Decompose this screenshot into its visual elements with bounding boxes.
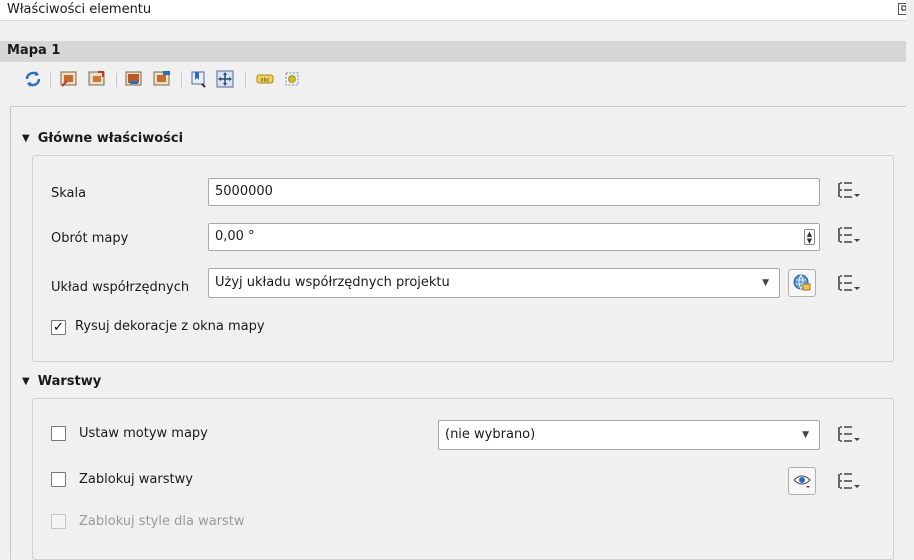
svg-text:abc: abc xyxy=(261,78,270,84)
scale-input[interactable]: 5000000 xyxy=(208,178,820,206)
data-defined-override-icon[interactable] xyxy=(836,469,860,493)
map-theme-combobox[interactable]: (nie wybrano) ▼ xyxy=(438,420,820,450)
clipping-settings-icon[interactable] xyxy=(283,70,301,88)
map-rotation-label: Obrót mapy xyxy=(51,231,129,246)
set-extent-from-canvas-icon[interactable] xyxy=(60,70,78,88)
dock-title-bar: Właściwości elementu ⧉ xyxy=(0,0,914,21)
follow-map-theme-checkbox[interactable] xyxy=(51,426,66,441)
spin-arrows-icon[interactable]: ▲ ▼ xyxy=(804,229,815,245)
set-scale-from-canvas-icon[interactable] xyxy=(125,70,143,88)
refresh-icon[interactable] xyxy=(24,70,42,88)
select-crs-button[interactable] xyxy=(788,269,816,297)
map-theme-value: (nie wybrano) xyxy=(445,427,536,442)
section-layers-title: Warstwy xyxy=(37,374,102,389)
map-rotation-value: 0,00 ° xyxy=(215,229,255,244)
label-settings-icon[interactable]: abc xyxy=(256,70,274,88)
lock-layer-styles-label: Zablokuj style dla warstw xyxy=(79,514,245,529)
set-canvas-scale-icon[interactable] xyxy=(153,70,171,88)
data-defined-override-icon[interactable] xyxy=(836,178,860,202)
data-defined-override-icon[interactable] xyxy=(836,271,860,295)
data-defined-override-icon[interactable] xyxy=(836,422,860,446)
collapse-arrow-icon[interactable]: ▼ xyxy=(22,133,30,144)
item-name: Mapa 1 xyxy=(7,43,61,58)
lock-layers-label: Zablokuj warstwy xyxy=(79,472,193,487)
move-content-icon[interactable] xyxy=(216,70,234,88)
crs-combobox[interactable]: Użyj układu współrzędnych projektu ▼ xyxy=(208,268,780,298)
view-extent-in-canvas-icon[interactable] xyxy=(88,70,106,88)
dock-title: Właściwości elementu xyxy=(7,2,152,17)
chevron-down-icon: ▼ xyxy=(802,430,809,440)
window-edge xyxy=(906,0,914,558)
follow-map-theme-label: Ustaw motyw mapy xyxy=(79,426,208,441)
section-main-properties-title: Główne właściwości xyxy=(37,131,184,146)
map-item-toolbar: abc xyxy=(0,62,914,96)
chevron-down-icon: ▼ xyxy=(762,278,769,288)
layer-visibility-preset-button[interactable] xyxy=(788,467,816,495)
scale-label: Skala xyxy=(51,186,87,201)
globe-icon xyxy=(793,274,811,291)
lock-layers-checkbox[interactable] xyxy=(51,472,66,487)
item-name-bar: Mapa 1 xyxy=(0,41,910,62)
section-layers[interactable]: ▼ Warstwy xyxy=(22,374,101,389)
bookmarks-icon[interactable] xyxy=(190,70,208,88)
draw-decorations-checkbox[interactable]: ✓ xyxy=(51,320,66,335)
collapse-arrow-icon[interactable]: ▼ xyxy=(22,376,30,387)
crs-value: Użyj układu współrzędnych projektu xyxy=(215,275,450,290)
crs-label: Układ współrzędnych xyxy=(51,280,190,295)
draw-decorations-label: Rysuj dekoracje z okna mapy xyxy=(75,319,265,334)
section-main-properties[interactable]: ▼ Główne właściwości xyxy=(22,131,183,146)
eye-icon xyxy=(793,475,811,488)
data-defined-override-icon[interactable] xyxy=(836,223,860,247)
lock-layer-styles-checkbox[interactable] xyxy=(51,514,66,529)
map-rotation-spinbox[interactable]: 0,00 ° ▲ ▼ xyxy=(208,223,820,251)
